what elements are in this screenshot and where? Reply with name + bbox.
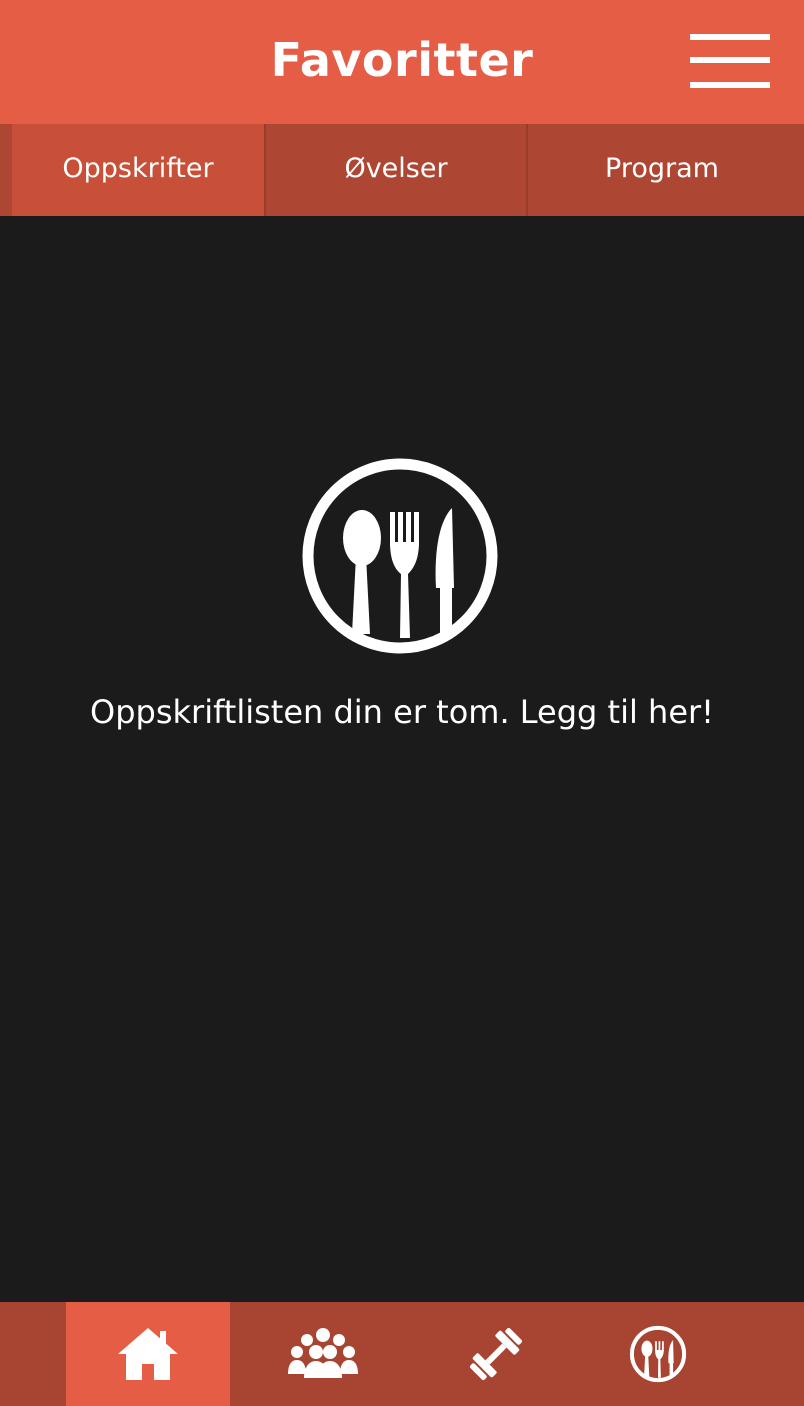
header-bar: Favoritter <box>0 0 804 124</box>
nav-exercises[interactable] <box>414 1302 578 1406</box>
tab-label: Øvelser <box>344 153 448 184</box>
cutlery-icon <box>629 1325 687 1383</box>
nav-recipes[interactable] <box>578 1302 738 1406</box>
home-icon <box>118 1328 178 1380</box>
tab-oppskrifter[interactable]: Oppskrifter <box>12 124 264 216</box>
tab-bar: Oppskrifter Øvelser Program <box>0 124 804 216</box>
page-title: Favoritter <box>270 33 534 87</box>
menu-button[interactable] <box>686 30 772 96</box>
group-icon <box>288 1328 358 1378</box>
tab-program[interactable]: Program <box>528 124 796 216</box>
bottom-nav <box>0 1302 804 1406</box>
hamburger-menu-icon <box>686 30 772 96</box>
tab-label: Oppskrifter <box>62 153 214 184</box>
nav-community[interactable] <box>240 1302 406 1406</box>
empty-state-message: Oppskriftlisten din er tom. Legg til her… <box>90 693 714 731</box>
dumbbell-icon <box>469 1327 523 1381</box>
app-screen: Favoritter Oppskrifter Øvelser Program O… <box>0 0 804 1406</box>
nav-home[interactable] <box>66 1302 230 1406</box>
tab-label: Program <box>605 153 719 184</box>
cutlery-plate-icon <box>300 456 500 656</box>
tab-ovelser[interactable]: Øvelser <box>266 124 526 216</box>
